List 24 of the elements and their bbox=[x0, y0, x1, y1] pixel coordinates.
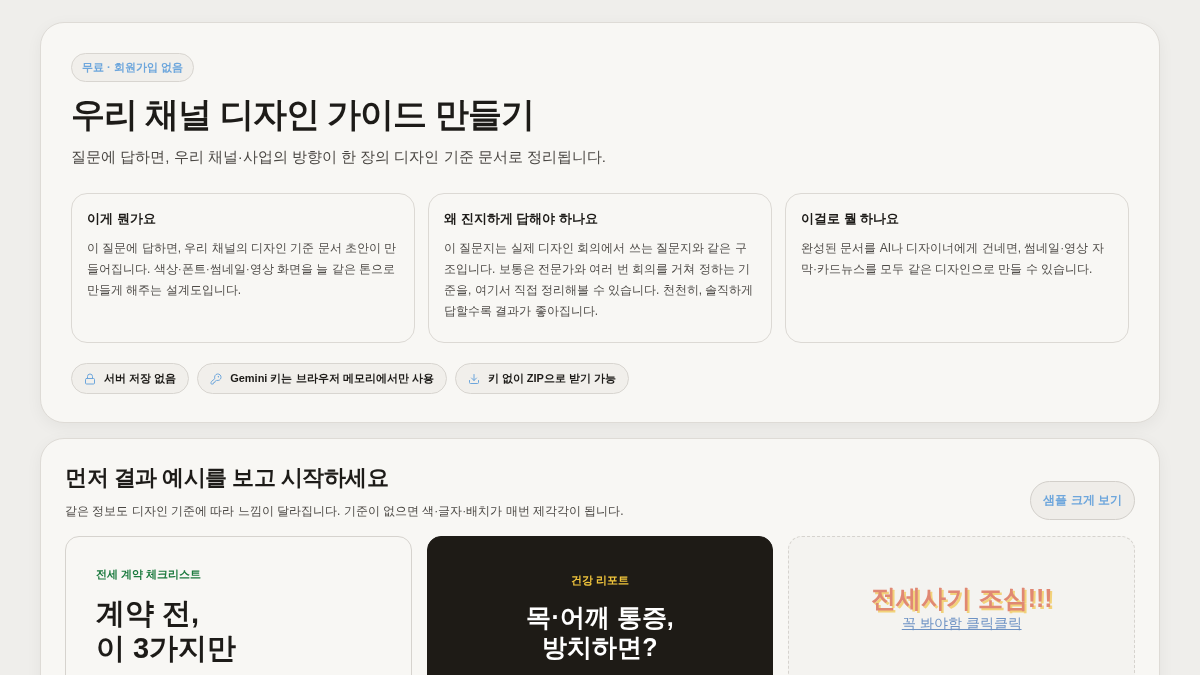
key-icon bbox=[210, 372, 223, 385]
info-text: 이 질문에 답하면, 우리 채널의 디자인 기준 문서 초안이 만들어집니다. 색상·폰트·썸네일·영상 화면을 늘 같은 톤으로 만들게 해주는 설계도입니다. bbox=[87, 240, 398, 299]
page-title: 우리 채널 디자인 가이드 만들기 bbox=[71, 94, 535, 135]
download-icon bbox=[467, 372, 480, 385]
sample-headline: 목·어깨 통증, 방치하면? bbox=[526, 602, 674, 662]
info-title: 이게 뭔가요 bbox=[87, 210, 157, 228]
sample-link[interactable]: 꼭 봐야함 클릭클릭 bbox=[901, 615, 1022, 633]
sample-headline: 계약 전, 이 3가지만 bbox=[96, 596, 237, 666]
chip-label: 키 없이 ZIP으로 받기 가능 bbox=[487, 371, 616, 386]
sample-headline: 전세사기 조심!!! bbox=[870, 583, 1053, 613]
page-subtitle: 질문에 답하면, 우리 채널·사업의 방향이 한 장의 디자인 기준 문서로 정리됩니다. bbox=[71, 148, 607, 167]
info-text: 완성된 문서를 AI나 디자이너에게 건네면, 썸네일·영상 자막·카드뉴스를 모두 같은 디자인으로 만들 수 있습니다. bbox=[801, 240, 1105, 278]
free-badge: 무료 · 회원가입 없음 bbox=[71, 53, 194, 82]
section-title: 먼저 결과 예시를 보고 시작하세요 bbox=[65, 464, 390, 492]
info-title: 왜 진지하게 답해야 하나요 bbox=[444, 210, 599, 228]
info-text: 이 질문지는 실제 디자인 회의에서 쓰는 질문지와 같은 구조입니다. 보통은 전문가와 여러 번 회의를 거쳐 정하는 기준을, 여기서 직접 정리해볼 수 있습니다. 천천히, 솔직하게 답할수록 결과가 좋아집니다. bbox=[444, 240, 755, 320]
chip-label: Gemini 키는 브라우저 메모리에서만 사용 bbox=[230, 371, 434, 386]
chip-label: 서버 저장 없음 bbox=[104, 371, 177, 386]
sample-label: 건강 리포트 bbox=[570, 573, 629, 588]
info-title: 이걸로 뭘 하나요 bbox=[801, 210, 901, 228]
view-samples-button[interactable]: 샘플 크게 보기 bbox=[1030, 481, 1135, 520]
lock-icon bbox=[84, 372, 96, 385]
section-subtitle: 같은 정보도 디자인 기준에 따라 느낌이 달라집니다. 기준이 없으면 색·글자·배치가 매번 제각각이 됩니다. bbox=[65, 503, 624, 520]
sample-label: 전세 계약 체크리스트 bbox=[96, 567, 202, 582]
